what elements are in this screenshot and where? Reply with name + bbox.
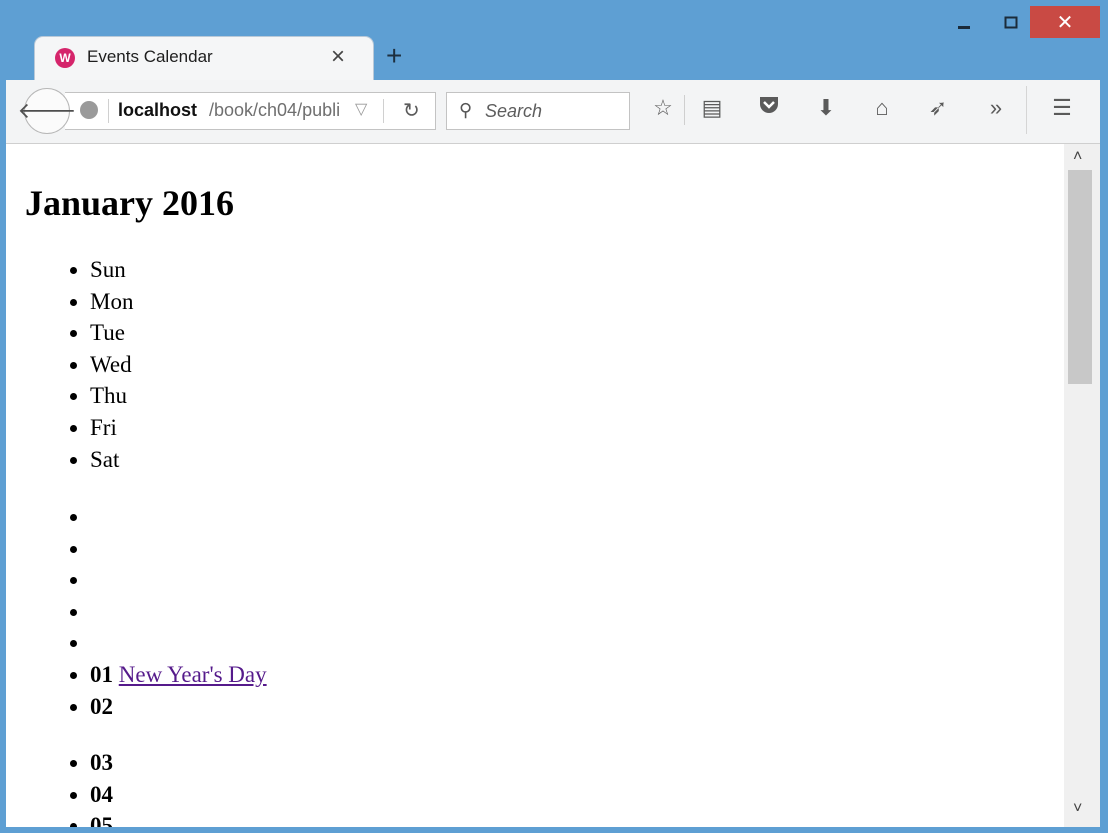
close-icon: ✕ xyxy=(1056,11,1074,34)
search-icon: ⚲ xyxy=(459,100,473,120)
list-item: 03 xyxy=(90,747,113,779)
day-number: 01 xyxy=(90,661,113,687)
week-list: 01 New Year's Day 02 xyxy=(90,501,267,722)
scroll-down-icon[interactable]: ˅ xyxy=(1073,800,1082,818)
search-input[interactable] xyxy=(483,98,625,124)
close-window-button[interactable]: ✕ xyxy=(1030,6,1100,38)
list-item: 01 New Year's Day xyxy=(90,659,267,691)
list-item: Thu xyxy=(90,380,133,412)
day-number: 02 xyxy=(90,693,113,719)
new-tab-icon[interactable]: + xyxy=(386,40,402,72)
url-bar[interactable]: localhost /book/ch04/publi ▽ ↻ xyxy=(65,92,436,130)
reload-icon[interactable]: ↻ xyxy=(403,98,420,123)
favicon-icon: W xyxy=(55,48,75,68)
url-path: /book/ch04/publi xyxy=(209,100,341,120)
tab-events-calendar[interactable]: W Events Calendar × xyxy=(34,36,374,81)
maximize-icon xyxy=(1004,16,1018,29)
divider xyxy=(383,99,384,123)
back-arrow-icon: 🡐 xyxy=(17,98,77,123)
scroll-thumb[interactable] xyxy=(1068,170,1092,384)
url-host: localhost xyxy=(118,100,198,120)
list-item: 05 xyxy=(90,810,113,827)
browser-window: ✕ W Events Calendar × + localhost /book/… xyxy=(0,0,1108,833)
divider xyxy=(1026,86,1027,134)
navigation-toolbar: localhost /book/ch04/publi ▽ ↻ 🡐 ⚲ ☆ ▤ ⬇… xyxy=(6,80,1100,144)
list-item xyxy=(90,627,267,659)
page-content: January 2016 Sun Mon Tue Wed Thu Fri Sat… xyxy=(6,144,1064,827)
download-icon[interactable]: ⬇ xyxy=(811,95,841,121)
tab-title: Events Calendar xyxy=(87,47,213,66)
vertical-scrollbar[interactable]: ˄ ˅ xyxy=(1064,144,1100,827)
pocket-icon[interactable] xyxy=(754,95,784,121)
tab-close-icon[interactable]: × xyxy=(331,43,345,71)
list-item: Wed xyxy=(90,349,133,381)
list-item: 02 xyxy=(90,691,267,723)
send-icon[interactable]: ➶ xyxy=(923,95,953,121)
home-icon[interactable]: ⌂ xyxy=(867,95,897,121)
list-item xyxy=(90,533,267,565)
list-item: Sat xyxy=(90,444,133,476)
list-item: Fri xyxy=(90,412,133,444)
window-frame xyxy=(0,827,1108,833)
reading-list-icon[interactable]: ▤ xyxy=(697,95,727,121)
page-title: January 2016 xyxy=(25,183,235,223)
event-link[interactable]: New Year's Day xyxy=(119,662,267,687)
list-item: Mon xyxy=(90,286,133,318)
divider xyxy=(108,99,109,123)
back-button[interactable]: 🡐 xyxy=(18,88,77,134)
menu-icon[interactable]: ☰ xyxy=(1047,95,1077,121)
scroll-up-icon[interactable]: ˄ xyxy=(1073,148,1082,166)
list-item: Sun xyxy=(90,254,133,286)
globe-icon xyxy=(80,101,98,119)
day-number: 04 xyxy=(90,781,113,807)
divider xyxy=(684,95,685,125)
weekday-list: Sun Mon Tue Wed Thu Fri Sat xyxy=(90,254,133,475)
minimize-icon xyxy=(958,26,970,29)
list-item: Tue xyxy=(90,317,133,349)
list-item xyxy=(90,564,267,596)
star-icon[interactable]: ☆ xyxy=(648,95,678,121)
history-dropdown-icon[interactable]: ▽ xyxy=(355,99,367,119)
list-item xyxy=(90,596,267,628)
overflow-icon[interactable]: » xyxy=(981,95,1011,121)
day-number: 05 xyxy=(90,813,113,827)
minimize-button[interactable] xyxy=(949,8,979,38)
maximize-button[interactable] xyxy=(996,8,1026,38)
day-number: 03 xyxy=(90,750,113,775)
week-list: 03 04 05 xyxy=(90,747,113,827)
list-item xyxy=(90,501,267,533)
search-box[interactable]: ⚲ xyxy=(446,92,630,130)
list-item: 04 xyxy=(90,779,113,811)
